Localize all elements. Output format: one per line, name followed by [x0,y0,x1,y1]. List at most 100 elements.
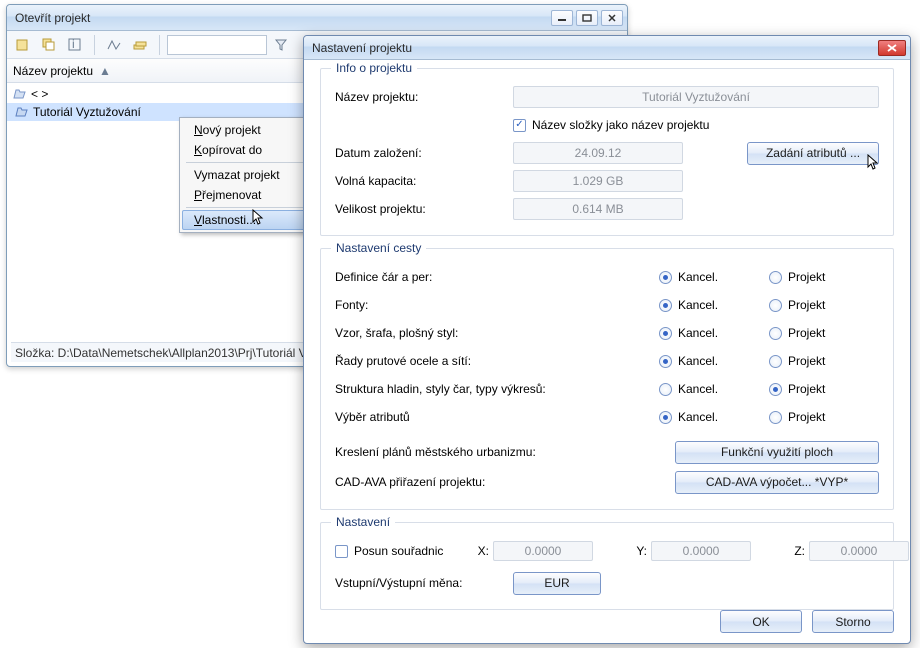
urbanism-button[interactable]: Funkční využití ploch [675,441,879,464]
currency-label: Vstupní/Výstupní měna: [335,576,505,590]
radio-icon [769,411,782,424]
radio-label: Projekt [788,354,825,368]
attributes-button[interactable]: Zadání atributů ... [747,142,879,165]
menu-new-project[interactable]: Nový projekt [182,120,316,140]
path-label: Definice čár a per: [335,270,659,284]
radio-projekt[interactable]: Projekt [769,382,879,396]
radio-kancel[interactable]: Kancel. [659,354,769,368]
project-settings-dialog: Nastavení projektu Info o projektu Název… [303,35,911,644]
radio-kancel[interactable]: Kancel. [659,410,769,424]
currency-button[interactable]: EUR [513,572,601,595]
z-label: Z: [787,544,805,558]
date-label: Datum založení: [335,146,505,160]
radio-projekt[interactable]: Projekt [769,410,879,424]
window-title: Otevřít projekt [15,11,548,25]
context-menu: Nový projekt Kopírovat do Vymazat projek… [179,117,319,233]
path-setting-row: Výběr atributůKancel. Projekt [335,403,879,431]
tree-root-label: < > [31,87,48,101]
tree-item-label: Tutoriál Vyztužování [33,105,141,119]
menu-separator [186,162,312,163]
titlebar: Otevřít projekt [7,5,627,31]
path-label: Struktura hladin, styly čar, typy výkres… [335,382,659,396]
y-label: Y: [629,544,647,558]
radio-icon [659,355,672,368]
path-label: Vzor, šrafa, plošný styl: [335,326,659,340]
dialog-title: Nastavení projektu [312,41,878,55]
toolbar-separator [159,35,160,55]
close-button[interactable] [601,10,623,26]
radio-kancel[interactable]: Kancel. [659,382,769,396]
tb-map-icon[interactable] [102,34,126,56]
z-field: 0.0000 [809,541,909,561]
radio-projekt[interactable]: Projekt [769,326,879,340]
path-label: Řady prutové ocele a sítí: [335,354,659,368]
group-project-info: Info o projektu Název projektu: Tutoriál… [320,68,894,236]
path-setting-row: Vzor, šrafa, plošný styl: Kancel. Projekt [335,319,879,347]
group-legend: Nastavení cesty [331,241,426,255]
menu-delete-project[interactable]: Vymazat projekt [182,165,316,185]
radio-icon [659,327,672,340]
cancel-button[interactable]: Storno [812,610,894,633]
folder-icon [13,87,27,101]
checkbox-label: Název složky jako název projektu [532,118,709,132]
radio-label: Kancel. [678,298,718,312]
radio-projekt[interactable]: Projekt [769,298,879,312]
folder-as-name-checkbox[interactable]: ✓ Název složky jako název projektu [513,118,879,132]
dialog-content: Info o projektu Název projektu: Tutoriál… [304,60,910,634]
capacity-field: 1.029 GB [513,170,683,192]
radio-label: Kancel. [678,354,718,368]
toolbar-search-field[interactable] [167,35,267,55]
statusbar-text: Složka: D:\Data\Nemetschek\Allplan2013\P… [15,346,328,360]
maximize-button[interactable] [576,10,598,26]
radio-label: Kancel. [678,382,718,396]
cadava-label: CAD-AVA přiřazení projektu: [335,475,675,489]
project-icon [15,105,29,119]
project-name-field: Tutoriál Vyztužování [513,86,879,108]
tb-layers-icon[interactable] [128,34,152,56]
radio-kancel[interactable]: Kancel. [659,326,769,340]
ok-button[interactable]: OK [720,610,802,633]
menu-rename[interactable]: Přejmenovat [182,185,316,205]
dialog-buttons: OK Storno [720,610,894,633]
tb-copy-icon[interactable] [37,34,61,56]
x-label: X: [471,544,489,558]
radio-icon [769,327,782,340]
checkbox-label: Posun souřadnic [354,544,443,558]
group-path-settings: Nastavení cesty Definice čár a per:Kance… [320,248,894,510]
group-legend: Nastavení [331,515,395,529]
path-setting-row: Fonty:Kancel.Projekt [335,291,879,319]
group-legend: Info o projektu [331,61,417,75]
path-setting-row: Definice čár a per:Kancel. Projekt [335,263,879,291]
size-label: Velikost projektu: [335,202,505,216]
menu-copy-to[interactable]: Kopírovat do [182,140,316,160]
menu-properties[interactable]: Vlastnosti... [182,210,316,230]
radio-label: Projekt [788,270,825,284]
path-label: Výběr atributů [335,410,659,424]
radio-label: Projekt [788,326,825,340]
group-settings: Nastavení Posun souřadnic X: 0.0000 Y: 0… [320,522,894,610]
path-setting-row: Struktura hladin, styly čar, typy výkres… [335,375,879,403]
radio-projekt[interactable]: Projekt [769,354,879,368]
x-field: 0.0000 [493,541,593,561]
header-label: Název projektu [13,64,93,78]
coord-offset-checkbox[interactable]: Posun souřadnic [335,544,467,558]
tb-info-icon[interactable]: i [63,34,87,56]
sort-asc-icon: ▲ [99,64,111,78]
tb-filter-icon[interactable] [269,34,293,56]
radio-icon [769,355,782,368]
svg-text:i: i [72,37,75,51]
radio-kancel[interactable]: Kancel. [659,298,769,312]
radio-projekt[interactable]: Projekt [769,270,879,284]
radio-label: Kancel. [678,326,718,340]
radio-icon [659,271,672,284]
tb-new-icon[interactable] [11,34,35,56]
radio-label: Projekt [788,410,825,424]
urbanism-label: Kreslení plánů městského urbanizmu: [335,445,675,459]
close-button[interactable] [878,40,906,56]
radio-kancel[interactable]: Kancel. [659,270,769,284]
radio-label: Projekt [788,298,825,312]
cadava-button[interactable]: CAD-AVA výpočet... *VYP* [675,471,879,494]
path-setting-row: Řady prutové ocele a sítí: Kancel. Projekt [335,347,879,375]
minimize-button[interactable] [551,10,573,26]
check-icon: ✓ [515,120,523,130]
